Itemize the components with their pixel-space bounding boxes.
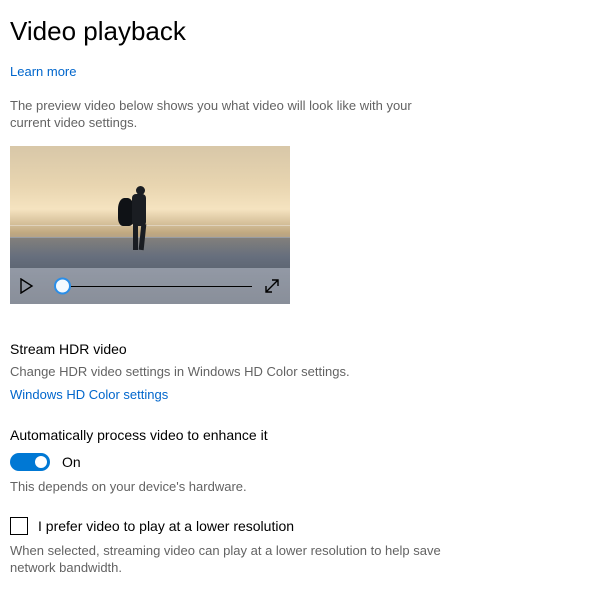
lowres-checkbox[interactable] bbox=[10, 517, 28, 535]
lowres-desc: When selected, streaming video can play … bbox=[10, 542, 450, 577]
auto-enhance-state: On bbox=[62, 453, 81, 472]
play-icon[interactable] bbox=[20, 278, 34, 294]
hdr-section-desc: Change HDR video settings in Windows HD … bbox=[10, 363, 590, 381]
hd-color-settings-link[interactable]: Windows HD Color settings bbox=[10, 386, 168, 404]
page-title: Video playback bbox=[10, 14, 590, 49]
fullscreen-icon[interactable] bbox=[264, 278, 280, 294]
learn-more-link[interactable]: Learn more bbox=[10, 63, 76, 81]
hardware-note: This depends on your device's hardware. bbox=[10, 478, 590, 496]
video-preview[interactable] bbox=[10, 146, 290, 304]
lowres-label: I prefer video to play at a lower resolu… bbox=[38, 517, 294, 536]
preview-description: The preview video below shows you what v… bbox=[10, 97, 430, 132]
video-controls bbox=[10, 268, 290, 304]
progress-thumb[interactable] bbox=[54, 277, 71, 294]
person-silhouette bbox=[122, 184, 156, 256]
auto-enhance-toggle[interactable] bbox=[10, 453, 50, 471]
hdr-section-label: Stream HDR video bbox=[10, 340, 590, 359]
auto-enhance-label: Automatically process video to enhance i… bbox=[10, 426, 590, 445]
progress-slider[interactable] bbox=[46, 276, 252, 296]
